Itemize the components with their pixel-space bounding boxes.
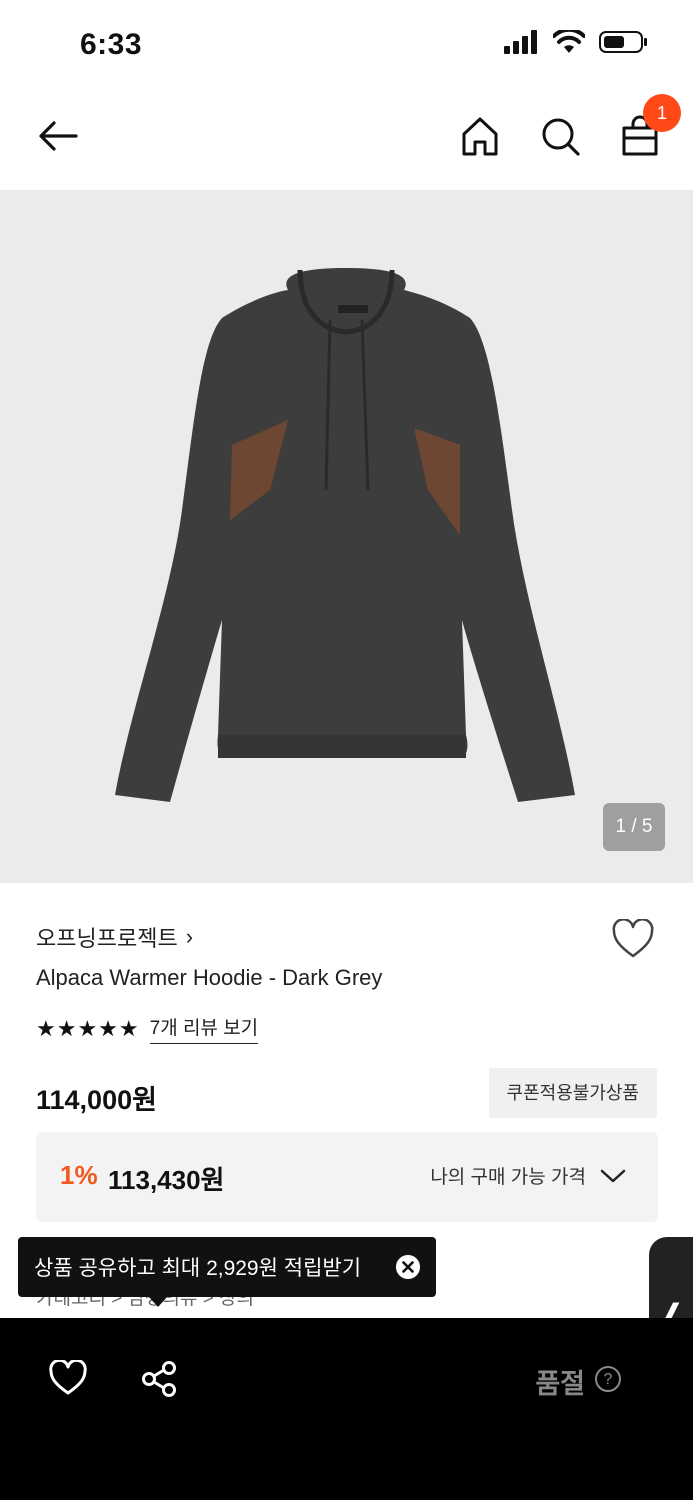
rating-row: ★★★★★ 7개 리뷰 보기 [36, 1013, 259, 1044]
close-icon[interactable] [396, 1255, 420, 1279]
bottom-action-bar: 품절 ? [0, 1318, 693, 1500]
cart-button[interactable]: 1 [619, 94, 681, 160]
share-icon[interactable] [140, 1360, 178, 1398]
top-nav-bar: 1 [0, 90, 693, 190]
signal-icon [504, 30, 537, 54]
my-price-toggle[interactable]: 나의 구매 가능 가격 [430, 1162, 626, 1189]
image-counter: 1 / 5 [603, 803, 665, 851]
brand-link[interactable]: 오프닝프로젝트 › [36, 921, 193, 953]
my-price-label: 나의 구매 가능 가격 [430, 1167, 586, 1188]
product-photo [115, 268, 575, 802]
soldout-label: 품절 [535, 1369, 585, 1399]
battery-icon [599, 31, 647, 53]
wishlist-heart-icon[interactable] [48, 1360, 88, 1396]
brand-name: 오프닝프로젝트 [36, 926, 178, 951]
status-time: 6:33 [80, 28, 143, 61]
cart-badge: 1 [643, 94, 681, 132]
tooltip-text: 상품 공유하고 최대 2,929원 적립받기 [34, 1257, 362, 1280]
discount-rate: 1% [60, 1160, 98, 1190]
home-icon[interactable] [459, 112, 501, 160]
nav-actions: 1 [459, 94, 681, 160]
heart-outline-icon[interactable] [611, 919, 655, 959]
product-price: 114,000원 [36, 1085, 157, 1115]
review-link[interactable]: 7개 리뷰 보기 [149, 1013, 259, 1044]
back-arrow-icon[interactable] [34, 112, 82, 160]
help-circle-icon[interactable]: ? [595, 1366, 621, 1392]
coupon-unavailable-tag: 쿠폰적용불가상품 [488, 1068, 657, 1118]
tooltip-arrow [148, 1296, 168, 1307]
wifi-icon [553, 30, 585, 53]
share-reward-tooltip: 상품 공유하고 최대 2,929원 적립받기 [18, 1237, 436, 1307]
discounted-price: 113,430원 [108, 1165, 225, 1195]
product-image-carousel[interactable]: 1 / 5 [0, 190, 693, 883]
search-icon[interactable] [539, 112, 581, 160]
status-bar: 6:33 [0, 0, 693, 90]
status-icons [503, 30, 649, 54]
chevron-down-icon [600, 1169, 626, 1182]
my-price-dropdown[interactable]: 1% 113,430원 나의 구매 가능 가격 [36, 1132, 658, 1222]
chevron-right-icon: › [185, 924, 194, 949]
star-rating-icon: ★★★★★ [36, 1015, 140, 1041]
product-name: Alpaca Warmer Hoodie - Dark Grey [36, 965, 383, 990]
